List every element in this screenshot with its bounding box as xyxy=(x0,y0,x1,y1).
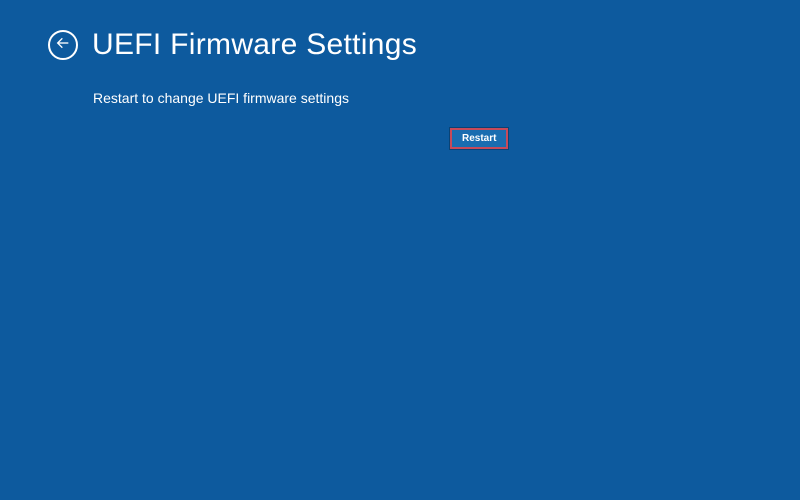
restart-button[interactable]: Restart xyxy=(450,128,508,149)
back-button[interactable] xyxy=(48,30,78,60)
page-title: UEFI Firmware Settings xyxy=(92,28,417,62)
description-text: Restart to change UEFI firmware settings xyxy=(0,62,800,106)
back-arrow-icon xyxy=(55,35,71,56)
page-header: UEFI Firmware Settings xyxy=(0,0,800,62)
